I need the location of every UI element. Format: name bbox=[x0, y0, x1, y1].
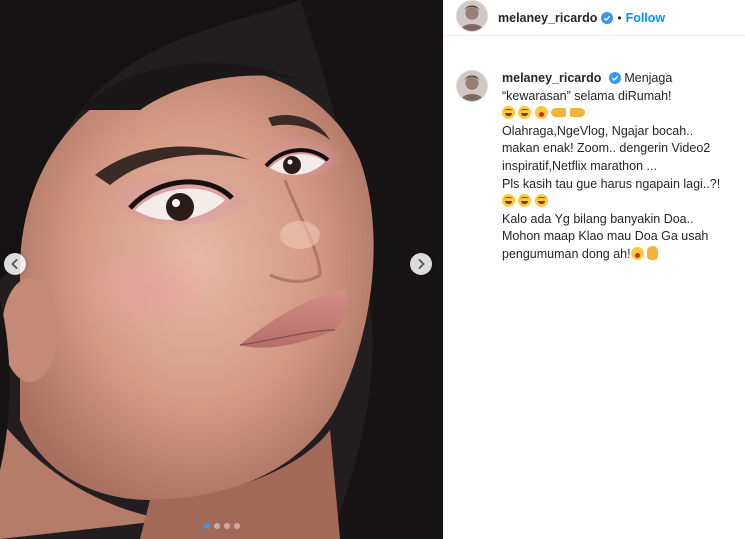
astonished-emoji-icon bbox=[630, 246, 644, 260]
post-media[interactable] bbox=[0, 0, 443, 539]
carousel-dot bbox=[223, 523, 230, 529]
rofl-emoji-icon bbox=[502, 194, 515, 208]
username-link[interactable]: melaney_ricardo bbox=[498, 11, 597, 25]
previous-slide-button[interactable] bbox=[4, 253, 26, 275]
left-hand-emoji-icon bbox=[551, 108, 567, 118]
caption-line: makan enak! Zoom.. dengerin Video2 bbox=[502, 141, 711, 156]
rofl-emoji-icon bbox=[518, 106, 532, 120]
verified-badge-icon bbox=[601, 11, 614, 24]
caption-line: inspiratif,Netflix marathon ... bbox=[502, 158, 657, 173]
caption-line: Mohon maap Klao mau Doa Ga usah bbox=[502, 229, 709, 244]
post-side-panel: melaney_ricardo • Follow melaney_ricardo bbox=[443, 0, 745, 539]
carousel-dot bbox=[203, 523, 210, 529]
caption-line: Menjaga bbox=[624, 71, 673, 85]
caption-line: Olahraga,NgeVlog, Ngajar bocah.. bbox=[502, 123, 694, 138]
carousel-indicator bbox=[0, 523, 443, 529]
carousel-dot bbox=[233, 523, 240, 529]
astonished-emoji-icon bbox=[534, 106, 548, 120]
post-header: melaney_ricardo • Follow bbox=[444, 0, 745, 36]
caption-line: “kewarasan” selama diRumah! bbox=[502, 88, 672, 103]
rofl-emoji-icon bbox=[502, 106, 515, 120]
follow-button[interactable]: Follow bbox=[626, 11, 666, 25]
caption-emoji-line bbox=[502, 105, 733, 123]
caption-line: Pls kasih tau gue harus ngapain lagi..?! bbox=[502, 176, 721, 191]
right-hand-emoji-icon bbox=[569, 108, 585, 118]
caption-comment: melaney_ricardo Menjaga “kewarasan” sela… bbox=[444, 36, 745, 264]
next-slide-button[interactable] bbox=[410, 253, 432, 275]
chevron-right-icon bbox=[418, 259, 425, 269]
caption-line: Kalo ada Yg bilang banyakin Doa.. bbox=[502, 211, 694, 226]
caption-line: pengumuman dong ah! bbox=[502, 246, 631, 261]
post-photo bbox=[0, 0, 443, 539]
caption-emoji-line bbox=[502, 193, 733, 211]
ok-hand-emoji-icon bbox=[647, 245, 659, 260]
carousel-dot bbox=[213, 523, 220, 529]
caption-text: melaney_ricardo Menjaga “kewarasan” sela… bbox=[502, 70, 733, 264]
chevron-left-icon bbox=[11, 259, 18, 269]
avatar-image bbox=[457, 71, 487, 101]
avatar[interactable] bbox=[456, 0, 488, 32]
rofl-emoji-icon bbox=[518, 194, 532, 208]
caption-username-link[interactable]: melaney_ricardo bbox=[502, 71, 601, 85]
rofl-emoji-icon bbox=[534, 194, 548, 208]
verified-badge-icon bbox=[608, 72, 621, 84]
separator-dot: • bbox=[617, 10, 622, 25]
avatar[interactable] bbox=[456, 70, 488, 102]
avatar-image bbox=[457, 0, 487, 31]
